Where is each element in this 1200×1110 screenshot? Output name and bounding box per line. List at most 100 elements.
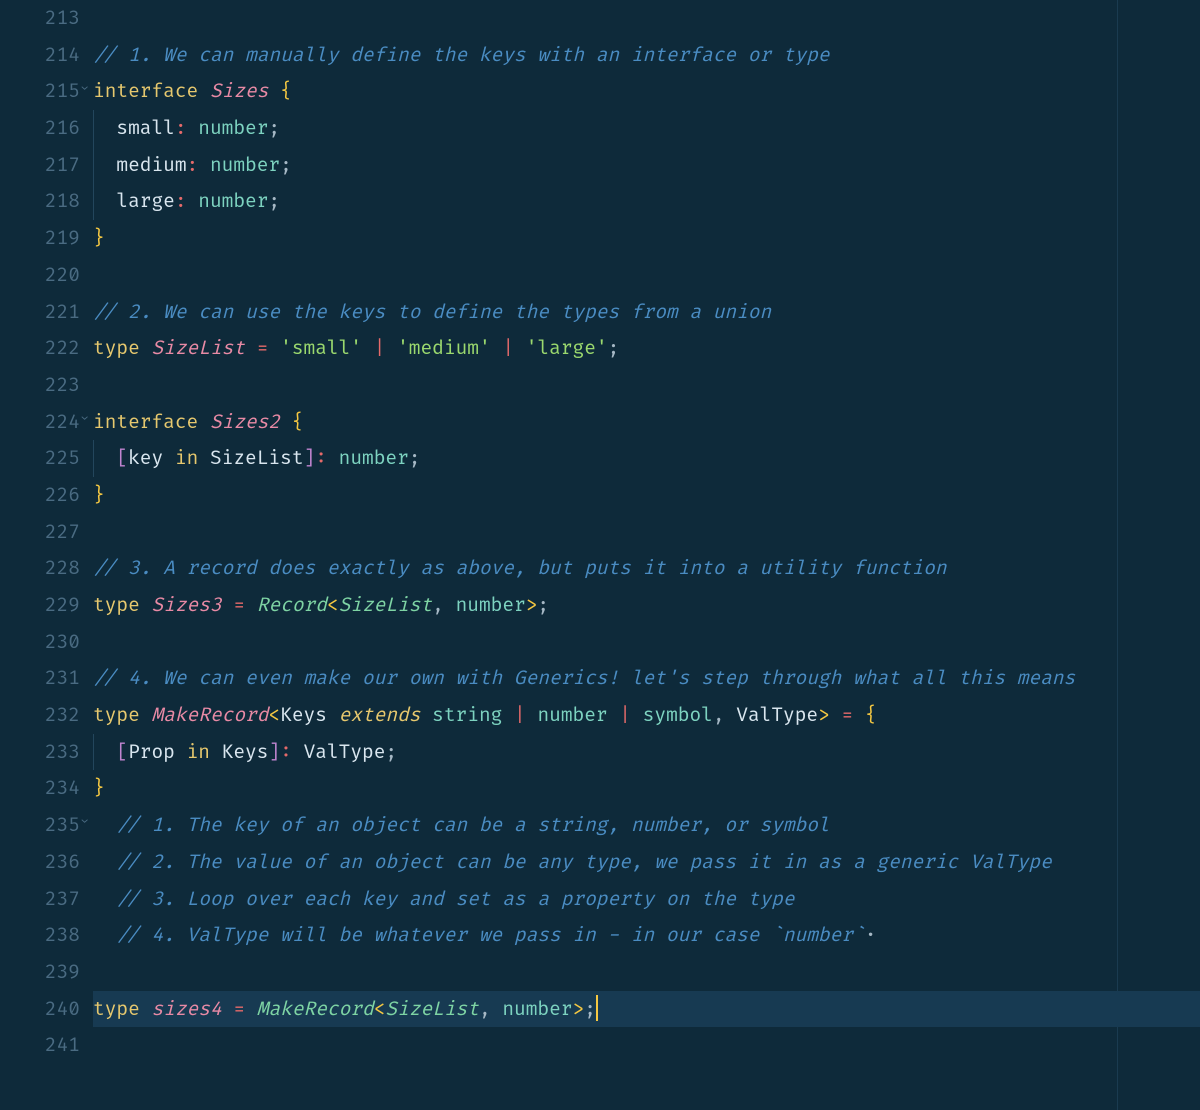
comment: // 1. We can manually define the keys wi… — [93, 43, 830, 67]
brace-close: } — [93, 776, 105, 800]
record-type: Record — [257, 593, 327, 617]
code-line[interactable] — [93, 514, 1200, 551]
fold-chevron-icon[interactable]: ⌄ — [81, 807, 88, 844]
generic-param: Keys — [280, 703, 327, 727]
semicolon: ; — [584, 997, 596, 1021]
code-editor[interactable]: 213214215⌄216217218219220221222223224⌄22… — [0, 0, 1200, 1110]
code-line[interactable]: } — [93, 220, 1200, 257]
code-line[interactable] — [93, 367, 1200, 404]
line-number: 218 — [0, 183, 80, 220]
type-ref: SizeList — [210, 446, 304, 470]
code-line[interactable]: type Sizes3 = Record<SizeList, number>; — [93, 587, 1200, 624]
mapped-key: Prop — [128, 740, 175, 764]
line-number: 225 — [0, 440, 80, 477]
line-number: 226 — [0, 477, 80, 514]
code-line[interactable]: // 3. Loop over each key and set as a pr… — [93, 881, 1200, 918]
property: large — [116, 189, 174, 213]
indent-guide — [93, 110, 117, 147]
semicolon: ; — [280, 153, 292, 177]
code-line[interactable]: // 2. The value of an object can be any … — [93, 844, 1200, 881]
keyword-type: type — [93, 703, 140, 727]
code-line[interactable]: // 1. We can manually define the keys wi… — [93, 37, 1200, 74]
angle-open: < — [374, 997, 386, 1021]
line-number: 241 — [0, 1027, 80, 1064]
type-ref: ValType — [304, 740, 386, 764]
code-line[interactable] — [93, 257, 1200, 294]
code-line[interactable]: // 4. We can even make our own with Gene… — [93, 660, 1200, 697]
line-number: 216 — [0, 110, 80, 147]
angle-open: < — [327, 593, 339, 617]
code-line-active[interactable]: type sizes4 = MakeRecord<SizeList, numbe… — [93, 991, 1200, 1028]
keyword-interface: interface — [93, 79, 198, 103]
comma: , — [713, 703, 725, 727]
bracket-close: ] — [304, 446, 316, 470]
angle-close: > — [818, 703, 830, 727]
code-line[interactable]: [Prop in Keys]: ValType; — [93, 734, 1200, 771]
type-ref: MakeRecord — [257, 997, 374, 1021]
comment: // 2. The value of an object can be any … — [116, 850, 1051, 874]
type-ref: SizeList — [385, 997, 479, 1021]
comment: // 4. We can even make our own with Gene… — [93, 666, 1075, 690]
whitespace-dot: · — [865, 923, 877, 947]
line-number: 238 — [0, 917, 80, 954]
code-line[interactable]: medium: number; — [93, 147, 1200, 184]
line-number: 224⌄ — [0, 404, 80, 441]
code-line[interactable]: } — [93, 477, 1200, 514]
fold-chevron-icon[interactable]: ⌄ — [81, 404, 88, 441]
code-line[interactable] — [93, 0, 1200, 37]
code-line[interactable] — [93, 624, 1200, 661]
comment: // 2. We can use the keys to define the … — [93, 300, 771, 324]
keyword-in: in — [175, 446, 198, 470]
code-line[interactable]: interface Sizes { — [93, 73, 1200, 110]
code-line[interactable]: large: number; — [93, 183, 1200, 220]
colon: : — [315, 446, 327, 470]
line-number: 222 — [0, 330, 80, 367]
code-line[interactable] — [93, 1027, 1200, 1064]
line-number: 233 — [0, 734, 80, 771]
type-name: sizes4 — [151, 997, 221, 1021]
type-name: Sizes2 — [210, 410, 280, 434]
type-primitive: number — [502, 997, 572, 1021]
comment: // 1. The key of an object can be a stri… — [116, 813, 829, 837]
code-line[interactable] — [93, 954, 1200, 991]
type-name: MakeRecord — [151, 703, 268, 727]
brace-open: { — [292, 410, 304, 434]
code-line[interactable]: interface Sizes2 { — [93, 404, 1200, 441]
code-line[interactable]: // 2. We can use the keys to define the … — [93, 294, 1200, 331]
brace-open: { — [280, 79, 292, 103]
code-line[interactable]: type MakeRecord<Keys extends string | nu… — [93, 697, 1200, 734]
generic-param: ValType — [736, 703, 818, 727]
code-line[interactable]: } — [93, 770, 1200, 807]
equals: = — [233, 997, 245, 1021]
type-ref: Keys — [222, 740, 269, 764]
keyword-type: type — [93, 997, 140, 1021]
code-line[interactable]: small: number; — [93, 110, 1200, 147]
code-line[interactable]: type SizeList = 'small' | 'medium' | 'la… — [93, 330, 1200, 367]
pipe: | — [619, 703, 631, 727]
code-line[interactable]: // 1. The key of an object can be a stri… — [93, 807, 1200, 844]
colon: : — [175, 189, 187, 213]
code-line[interactable]: // 4. ValType will be whatever we pass i… — [93, 917, 1200, 954]
type-primitive: number — [537, 703, 607, 727]
angle-close: > — [573, 997, 585, 1021]
keyword-type: type — [93, 336, 140, 360]
type-primitive: number — [210, 153, 280, 177]
type-ref: SizeList — [339, 593, 433, 617]
mapped-key: key — [128, 446, 163, 470]
line-number: 234 — [0, 770, 80, 807]
fold-chevron-icon[interactable]: ⌄ — [81, 73, 88, 110]
equals: = — [257, 336, 269, 360]
keyword-type: type — [93, 593, 140, 617]
line-number: 230 — [0, 624, 80, 661]
string-literal: 'large' — [526, 336, 608, 360]
colon: : — [280, 740, 292, 764]
line-number: 239 — [0, 954, 80, 991]
colon: : — [187, 153, 199, 177]
code-line[interactable]: // 3. A record does exactly as above, bu… — [93, 550, 1200, 587]
bracket-close: ] — [268, 740, 280, 764]
bracket-open: [ — [116, 740, 128, 764]
code-line[interactable]: [key in SizeList]: number; — [93, 440, 1200, 477]
brace-close: } — [93, 483, 105, 507]
property: medium — [116, 153, 186, 177]
code-area[interactable]: // 1. We can manually define the keys wi… — [90, 0, 1200, 1110]
